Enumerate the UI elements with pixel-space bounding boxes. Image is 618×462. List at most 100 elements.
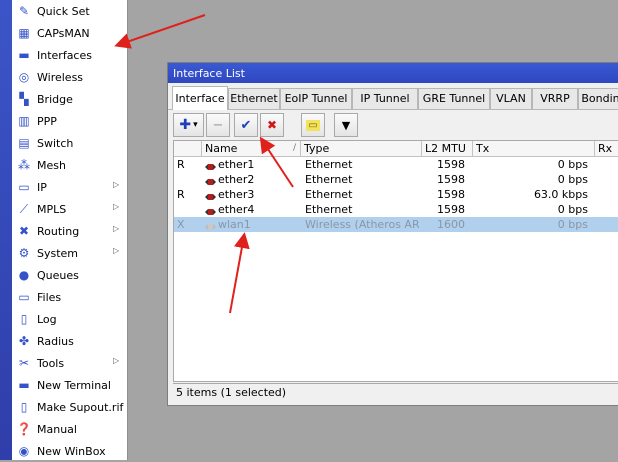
interface-name: ether3 [218, 188, 255, 201]
submenu-arrow-icon: ▷ [113, 356, 120, 365]
sidebar-item-make-supout-rif[interactable]: ▯ Make Supout.rif [12, 396, 127, 418]
sidebar-item-switch[interactable]: ▤ Switch [12, 132, 127, 154]
column-name[interactable]: Name / [202, 141, 301, 156]
table-row[interactable]: ether2 Ethernet 1598 0 bps [174, 172, 618, 187]
column-rx[interactable]: Rx [595, 141, 618, 156]
comment-note-icon: ▭ [306, 119, 320, 131]
l2-mtu-value: 1598 [437, 158, 465, 171]
tab-interface[interactable]: Interface [172, 86, 228, 110]
radius-icon: ✤ [18, 334, 30, 348]
sidebar-brand-strip [0, 0, 12, 460]
sidebar-item-label: Switch [37, 136, 74, 150]
files-icon: ▭ [18, 290, 30, 304]
tx-rate-value: 0 bps [557, 158, 588, 171]
sidebar-item-label: New Terminal [37, 378, 111, 392]
table-row[interactable]: ether4 Ethernet 1598 0 bps [174, 202, 618, 217]
table-row[interactable]: Xwlan1 Wireless (Atheros AR9... 1600 0 bps [174, 217, 618, 232]
sidebar-item-label: Mesh [37, 158, 66, 172]
tab-ip-tunnel[interactable]: IP Tunnel [352, 88, 418, 109]
l2-mtu-value: 1598 [437, 203, 465, 216]
tx-rate-value: 0 bps [557, 203, 588, 216]
interface-type: Ethernet [305, 158, 353, 171]
sidebar-item-mpls[interactable]: ⟋ MPLS ▷ [12, 198, 127, 220]
log-icon: ▯ [20, 312, 28, 326]
table-row[interactable]: Rether1 Ethernet 1598 0 bps [174, 157, 618, 172]
tab-gre-tunnel[interactable]: GRE Tunnel [418, 88, 490, 109]
tab-vrrp[interactable]: VRRP [532, 88, 578, 109]
interface-table: Name / Type L2 MTU Tx Rx Rether1 Ethernet… [173, 140, 618, 382]
sidebar-item-system[interactable]: ⚙ System ▷ [12, 242, 127, 264]
ethernet-port-icon [205, 190, 216, 200]
table-row[interactable]: Rether3 Ethernet 1598 63.0 kbps [174, 187, 618, 202]
sidebar-item-quick-set[interactable]: ✎ Quick Set [12, 0, 127, 22]
enable-button[interactable]: ✔ [234, 113, 258, 137]
tab-eoip-tunnel[interactable]: EoIP Tunnel [280, 88, 352, 109]
terminal-icon: ▬ [18, 378, 30, 392]
sidebar-item-label: PPP [37, 114, 57, 128]
remove-button[interactable]: − [206, 113, 230, 137]
sidebar-item-label: Tools [37, 356, 65, 370]
sidebar-item-label: Queues [37, 268, 79, 282]
sidebar-item-files[interactable]: ▭ Files [12, 286, 127, 308]
tab-bonding[interactable]: Bonding [578, 88, 618, 109]
column-flags[interactable] [174, 141, 202, 156]
comment-button[interactable]: ▭ [301, 113, 325, 137]
row-flag: R [177, 188, 185, 201]
ethernet-port-icon [205, 205, 216, 215]
sidebar-item-label: Quick Set [37, 4, 90, 18]
ip-icon: ▭ [18, 180, 30, 194]
checkmark-icon: ✔ [240, 117, 252, 133]
sidebar-item-label: Log [37, 312, 57, 326]
tab-bar: Interface Ethernet EoIP Tunnel IP Tunnel GRE… [168, 85, 618, 110]
sort-indicator-icon: / [292, 143, 296, 153]
capsman-icon: ▦ [18, 26, 30, 40]
ethernet-port-icon [205, 160, 216, 170]
arrow-to-interfaces [114, 14, 206, 49]
sidebar-item-label: System [37, 246, 79, 260]
sidebar-item-tools[interactable]: ✂ Tools ▷ [12, 352, 127, 374]
filter-button[interactable]: ▼ [334, 113, 358, 137]
sidebar-item-interfaces[interactable]: ▬ Interfaces [12, 44, 127, 66]
interface-name: wlan1 [218, 218, 251, 231]
ethernet-port-icon [205, 175, 216, 185]
tab-ethernet[interactable]: Ethernet [228, 88, 280, 109]
interface-type: Ethernet [305, 173, 353, 186]
sidebar-item-ppp[interactable]: ▥ PPP [12, 110, 127, 132]
column-tx[interactable]: Tx [473, 141, 595, 156]
column-type[interactable]: Type [301, 141, 422, 156]
disable-button[interactable]: ✖ [260, 113, 284, 137]
queues-icon: ● [18, 268, 30, 282]
tx-rate-value: 63.0 kbps [533, 188, 588, 201]
sidebar-item-label: New WinBox [37, 444, 106, 458]
sidebar-item-label: Bridge [37, 92, 73, 106]
sidebar-item-queues[interactable]: ● Queues [12, 264, 127, 286]
window-titlebar[interactable]: Interface List [168, 63, 618, 83]
tab-vlan[interactable]: VLAN [490, 88, 532, 109]
sidebar-item-wireless[interactable]: ◎ Wireless [12, 66, 127, 88]
sidebar-item-manual[interactable]: ❓ Manual [12, 418, 127, 440]
column-l2-mtu[interactable]: L2 MTU [422, 141, 473, 156]
sidebar-item-label: Files [37, 290, 62, 304]
mesh-icon: ⁂ [18, 158, 30, 172]
sidebar-item-log[interactable]: ▯ Log [12, 308, 127, 330]
row-flag [177, 202, 197, 217]
add-button[interactable]: ✚ ▾ [173, 113, 204, 137]
submenu-arrow-icon: ▷ [113, 202, 120, 211]
sidebar-item-routing[interactable]: ✖ Routing ▷ [12, 220, 127, 242]
sidebar-item-label: Radius [37, 334, 74, 348]
sidebar-item-mesh[interactable]: ⁂ Mesh [12, 154, 127, 176]
sidebar-item-new-winbox[interactable]: ◉ New WinBox [12, 440, 127, 462]
sidebar-item-bridge[interactable]: ▚ Bridge [12, 88, 127, 110]
sidebar-item-new-terminal[interactable]: ▬ New Terminal [12, 374, 127, 396]
sidebar-item-capsman[interactable]: ▦ CAPsMAN [12, 22, 127, 44]
system-icon: ⚙ [18, 246, 30, 260]
add-icon: ✚ [179, 117, 192, 133]
switch-icon: ▤ [18, 136, 30, 150]
l2-mtu-value: 1598 [437, 173, 465, 186]
routing-icon: ✖ [18, 224, 30, 238]
filter-funnel-icon: ▼ [341, 118, 351, 132]
sidebar-item-radius[interactable]: ✤ Radius [12, 330, 127, 352]
interface-type: Wireless (Atheros AR9... [305, 218, 419, 231]
sidebar-item-ip[interactable]: ▭ IP ▷ [12, 176, 127, 198]
ethernet-port-icon [205, 220, 216, 230]
